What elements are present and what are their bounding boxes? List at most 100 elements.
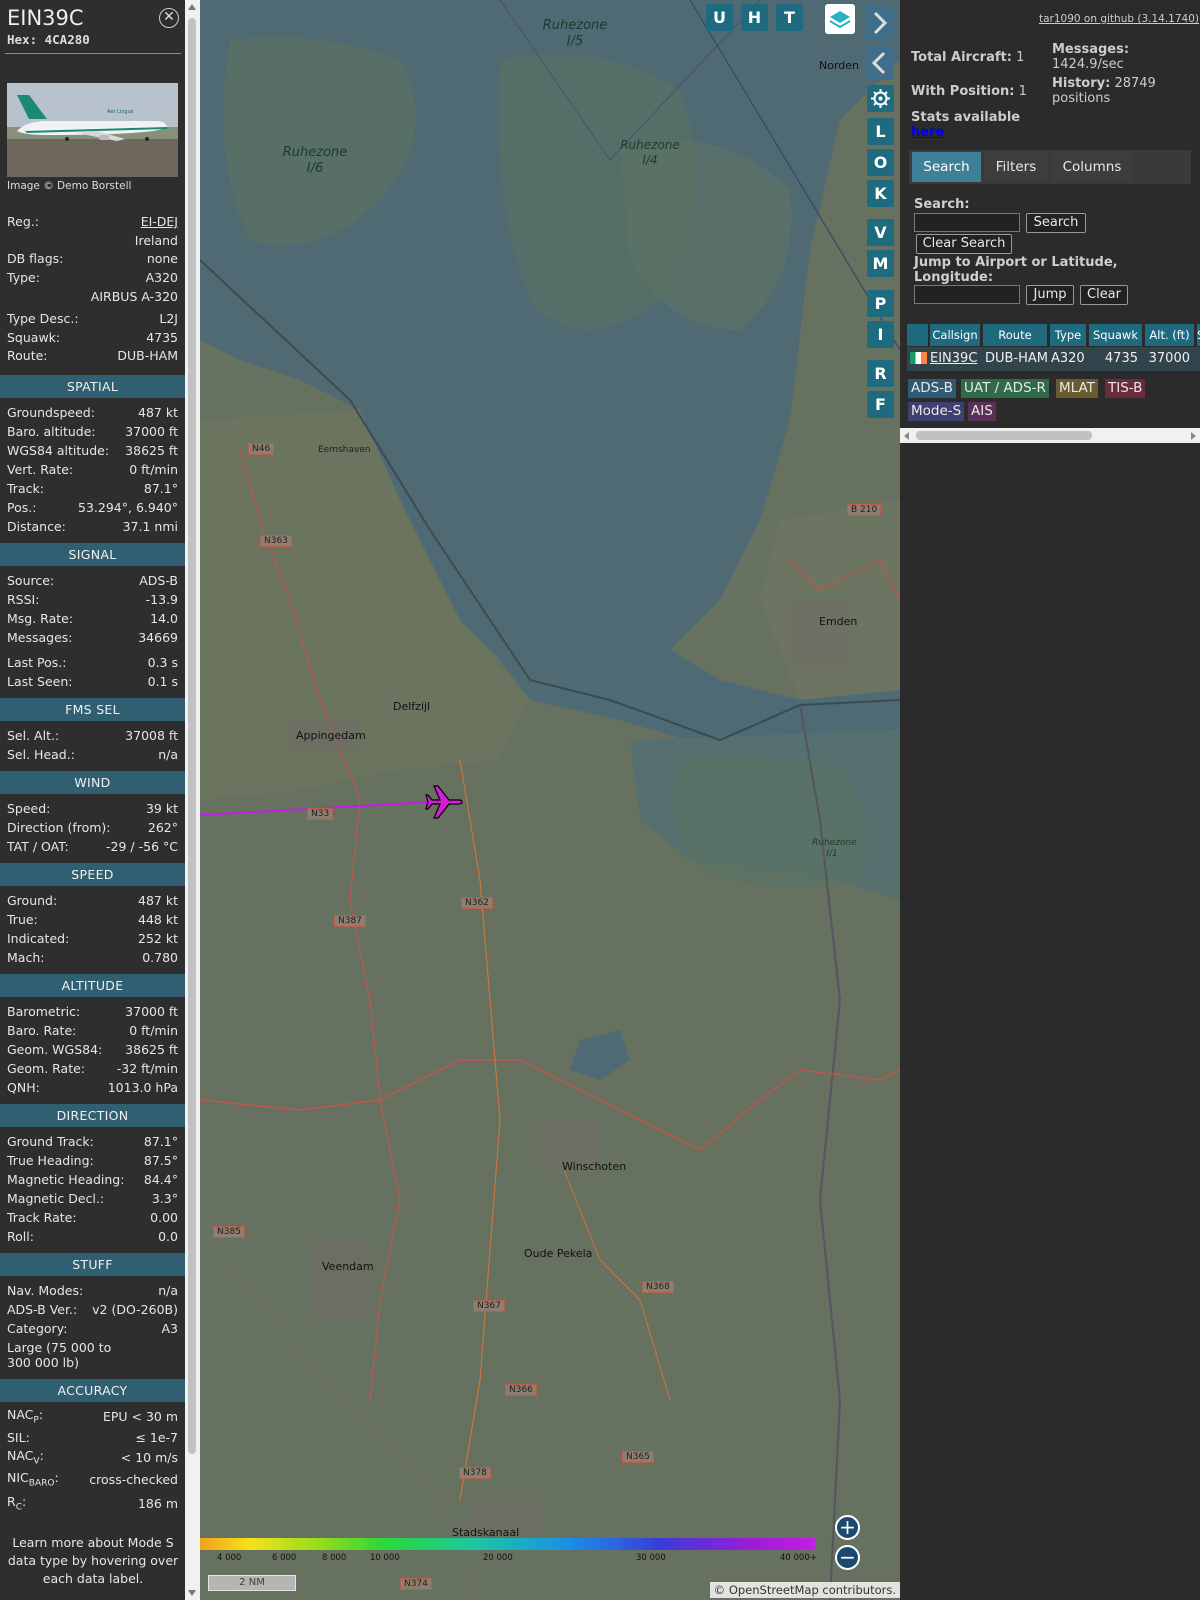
section-wind: WIND <box>0 771 185 794</box>
tab-search[interactable]: Search <box>912 152 981 182</box>
info-squawk: Squawk: 4735 <box>7 330 178 345</box>
clear-button[interactable]: Clear <box>1080 285 1128 305</box>
road-label: N385 <box>213 1226 245 1238</box>
toggle-o-button[interactable]: O <box>867 149 894 176</box>
info-type: Type: A320 <box>7 270 178 285</box>
table-header-route[interactable]: Route <box>983 324 1047 346</box>
zoom-in-button[interactable]: + <box>835 1515 860 1540</box>
place-label: Oude Pekela <box>524 1247 593 1260</box>
info-row: Magnetic Decl.: 3.3° <box>7 1191 178 1206</box>
altitude-color-scale <box>200 1538 815 1550</box>
toggle-f-button[interactable]: F <box>867 391 894 418</box>
road-label: N378 <box>459 1467 491 1479</box>
github-link[interactable]: tar1090 on github (3.14.1740) <box>1039 13 1199 25</box>
section-accuracy: ACCURACY <box>0 1379 185 1402</box>
source-ais-badge[interactable]: AIS <box>968 402 996 421</box>
info-row: Source: ADS-B <box>7 573 178 588</box>
zoom-out-button[interactable]: − <box>835 1545 860 1570</box>
zone-label: Ruhezone I/4 <box>620 138 680 167</box>
altitude-tick: 10 000 <box>370 1553 400 1563</box>
expand-right-icon[interactable] <box>866 6 893 40</box>
info-row: Geom. Rate: -32 ft/min <box>7 1061 178 1076</box>
registration-link[interactable]: EI-DEJ <box>141 214 178 229</box>
stats-here-link[interactable]: here <box>911 125 944 140</box>
place-label: Delfzijl <box>393 700 431 713</box>
table-header-altitude[interactable]: Alt. (ft) <box>1145 324 1194 346</box>
altitude-tick: 30 000 <box>636 1553 666 1563</box>
source-modes-badge[interactable]: Mode-S <box>908 402 965 421</box>
toggle-h-button[interactable]: H <box>741 4 768 31</box>
map-view[interactable]: Ruhezone I/5 Ruhezone I/6 Ruhezone I/4 R… <box>200 0 900 1600</box>
scroll-down-arrow-icon[interactable] <box>188 1590 196 1596</box>
toggle-k-button[interactable]: K <box>867 180 894 207</box>
table-header-squawk[interactable]: Squawk <box>1089 324 1142 346</box>
place-label: Appingedam <box>296 729 366 742</box>
jump-button[interactable]: Jump <box>1026 285 1074 305</box>
info-row: WGS84 altitude: 38625 ft <box>7 443 178 458</box>
toggle-l-button[interactable]: L <box>867 118 894 145</box>
info-row: Distance: 37.1 nmi <box>7 519 178 534</box>
altitude-tick: 20 000 <box>483 1553 513 1563</box>
hscroll-thumb[interactable] <box>916 431 1092 440</box>
close-icon[interactable]: ✕ <box>159 8 179 28</box>
source-mlat-badge[interactable]: MLAT <box>1056 379 1098 398</box>
toggle-v-button[interactable]: V <box>867 219 894 246</box>
info-row: Vert. Rate: 0 ft/min <box>7 462 178 477</box>
toggle-r-button[interactable]: R <box>867 360 894 387</box>
section-signal: SIGNAL <box>0 543 185 566</box>
settings-gear-icon[interactable] <box>867 85 894 112</box>
scroll-left-arrow-icon[interactable] <box>904 432 909 440</box>
stat-link-block: Stats available here <box>911 110 1021 140</box>
layers-icon[interactable] <box>825 4 855 34</box>
section-stuff: STUFF <box>0 1253 185 1276</box>
altitude-tick: 4 000 <box>217 1553 242 1563</box>
tab-filters[interactable]: Filters <box>984 152 1048 182</box>
tab-columns[interactable]: Columns <box>1051 152 1133 182</box>
toggle-u-button[interactable]: U <box>706 4 733 31</box>
aircraft-photo[interactable]: Aer Lingus <box>7 83 178 177</box>
section-speed: SPEED <box>0 863 185 886</box>
header-divider <box>5 53 181 54</box>
source-uat-badge[interactable]: UAT / ADS-R <box>961 379 1049 398</box>
search-button[interactable]: Search <box>1026 213 1086 233</box>
toggle-i-button[interactable]: I <box>867 321 894 348</box>
info-row: ADS-B Ver.: v2 (DO-260B) <box>7 1302 178 1317</box>
table-hscrollbar[interactable] <box>900 428 1200 443</box>
osm-link[interactable]: OpenStreetMap <box>729 1583 819 1597</box>
info-row: Speed: 39 kt <box>7 801 178 816</box>
collapse-left-icon[interactable] <box>866 46 893 80</box>
clear-search-button[interactable]: Clear Search <box>916 234 1012 254</box>
info-row: Barometric: 37000 ft <box>7 1004 178 1019</box>
scroll-thumb[interactable] <box>188 18 196 1454</box>
toggle-p-button[interactable]: P <box>867 290 894 317</box>
info-dbflags: DB flags: none <box>7 251 178 266</box>
aircraft-marker-icon[interactable] <box>424 781 466 827</box>
info-row: Last Pos.: 0.3 s <box>7 655 178 670</box>
row-callsign-link[interactable]: EIN39C <box>930 349 977 369</box>
scroll-up-arrow-icon[interactable] <box>188 4 196 10</box>
road-label: N46 <box>248 443 275 455</box>
table-header-type[interactable]: Type <box>1050 324 1086 346</box>
scroll-right-arrow-icon[interactable] <box>1191 432 1196 440</box>
toggle-m-button[interactable]: M <box>867 250 894 277</box>
road-label: N368 <box>642 1281 674 1293</box>
place-label: Norden <box>819 59 860 72</box>
stat-with-position: With Position: 1 <box>911 84 1027 99</box>
info-row: Sel. Head.: n/a <box>7 747 178 762</box>
source-adsb-badge[interactable]: ADS-B <box>908 379 956 398</box>
row-type: A320 <box>1051 351 1085 366</box>
jump-input[interactable] <box>914 285 1020 304</box>
info-row: QNH: 1013.0 hPa <box>7 1080 178 1095</box>
info-row: Pos.: 53.294°, 6.940° <box>7 500 178 515</box>
toggle-t-button[interactable]: T <box>776 4 803 31</box>
info-scrollbar[interactable] <box>185 0 200 1600</box>
table-header-flag <box>907 324 928 346</box>
source-tisb-badge[interactable]: TIS-B <box>1105 379 1146 398</box>
info-row: Indicated: 252 kt <box>7 931 178 946</box>
table-header-callsign[interactable]: Callsign <box>930 324 980 346</box>
altitude-tick: 6 000 <box>272 1553 297 1563</box>
info-row: True: 448 kt <box>7 912 178 927</box>
search-input[interactable] <box>914 213 1020 232</box>
road-label: N362 <box>461 897 493 909</box>
zone-label: Ruhezone I/5 <box>542 18 608 49</box>
